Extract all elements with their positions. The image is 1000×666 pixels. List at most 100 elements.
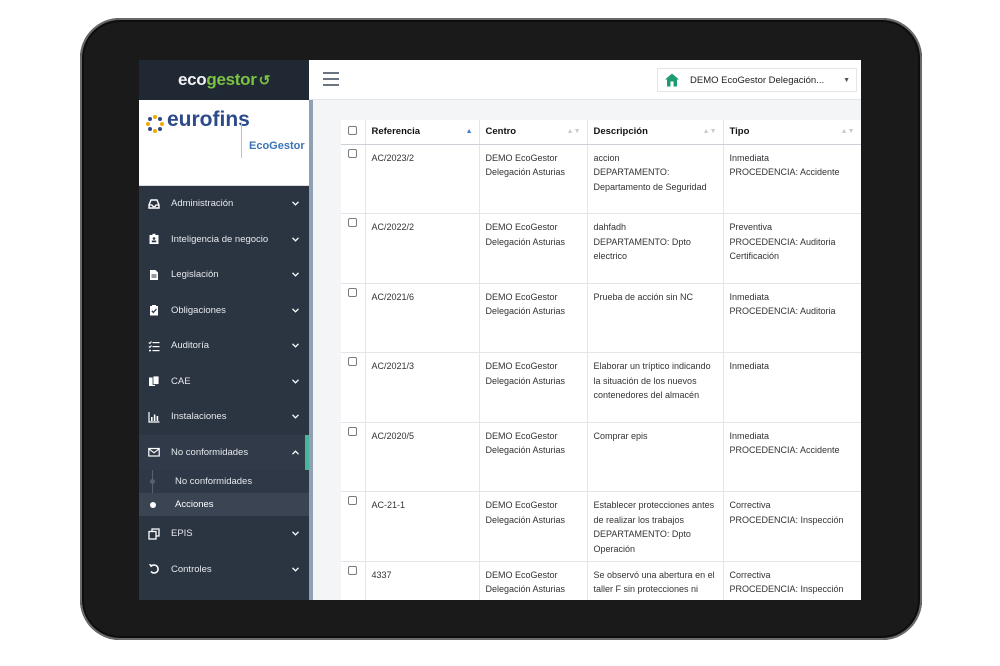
cell-centro-line: DEMO EcoGestor [485, 430, 558, 441]
cell-tipo-line: Correctiva [729, 569, 771, 580]
cell-centro: DEMO EcoGestor Delegación Asturias [479, 213, 588, 284]
table-row[interactable]: AC/2020/5 DEMO EcoGestor Delegación Asturi… [341, 422, 861, 492]
row-checkbox[interactable] [348, 565, 358, 575]
sidebar-item-cae[interactable]: CAE [139, 364, 309, 400]
app-screen: eco gestor ↺ eurofins EcoGestor Administra… [139, 60, 861, 600]
table-row[interactable]: AC/2021/3 DEMO EcoGestor Delegación Asturi… [341, 352, 861, 423]
cell-descripcion-line: taller F sin protecciones ni [593, 584, 699, 594]
chevron-up-icon [291, 448, 299, 456]
row-checkbox[interactable] [348, 357, 358, 366]
table-body: AC/2023/2 DEMO EcoGestor Delegación Asturi… [341, 144, 861, 600]
cell-referencia: AC/2023/2 [365, 144, 480, 214]
cell-centro-line: DEMO EcoGestor [485, 361, 558, 371]
sort-icon: ▲▼ [566, 128, 581, 135]
cell-descripcion: dahfadh DEPARTAMENTO: Dpto electrico [587, 213, 724, 284]
column-header-label: Centro [485, 126, 517, 138]
cell-referencia-text: AC/2023/2 [371, 152, 415, 163]
cell-tipo-line: Correctiva [729, 500, 771, 510]
sidebar-item-label: EPIS [171, 528, 193, 540]
cell-descripcion: Se observó una abertura en el taller F si… [587, 561, 724, 600]
cell-tipo: Inmediata PROCEDENCIA: Auditoria [723, 283, 861, 353]
column-header-tipo[interactable]: Tipo ▲▼ [723, 120, 861, 145]
cell-referencia-text: AC/2020/5 [371, 430, 415, 441]
sidebar-item-no-conformidades[interactable]: No conformidades [139, 434, 309, 515]
cell-centro-line: Delegación Asturias [485, 514, 566, 525]
cell-descripcion-line: Operación [593, 543, 636, 554]
row-checkbox[interactable] [348, 148, 358, 158]
column-header-referencia[interactable]: Referencia ▲ [365, 120, 480, 145]
cell-tipo: Inmediata [723, 352, 861, 423]
sidebar-item-label: Instalaciones [171, 411, 227, 423]
cell-referencia-text: AC/2022/2 [371, 222, 415, 232]
cell-referencia: 4337 [365, 561, 480, 600]
cell-centro: DEMO EcoGestor Delegación Asturias [479, 422, 588, 492]
cell-centro-line: Delegación Asturias [485, 375, 566, 386]
table-row[interactable]: AC/2022/2 DEMO EcoGestor Delegación Asturi… [341, 213, 861, 284]
bullet-icon [150, 479, 155, 484]
row-checkbox[interactable] [348, 426, 358, 436]
row-checkbox[interactable] [348, 496, 358, 505]
cell-descripcion: Elaborar un tríptico indicando la situaci… [587, 352, 724, 423]
sidebar-item-inteligencia[interactable]: Inteligencia de negocio [139, 222, 309, 258]
organization-select[interactable]: DEMO EcoGestor Delegación... ▼ [657, 68, 857, 92]
bar-chart-icon [147, 410, 161, 424]
column-header-centro[interactable]: Centro ▲▼ [479, 120, 588, 145]
sort-icon: ▲▼ [702, 128, 717, 135]
chevron-down-icon [291, 200, 299, 208]
brand-name: eurofins [167, 108, 250, 131]
cell-tipo-line: PROCEDENCIA: Auditoria [729, 236, 836, 247]
sidebar-item-administracion[interactable]: Administración [139, 186, 309, 222]
brand-box: eurofins EcoGestor [139, 100, 309, 186]
cell-descripcion: accion DEPARTAMENTO: Departamento de Segur… [587, 144, 724, 214]
cell-descripcion-line: la situación de los nuevos [593, 375, 697, 386]
chevron-down-icon [291, 565, 299, 573]
cell-tipo: Preventiva PROCEDENCIA: Auditoria Certific… [723, 213, 861, 284]
table-header-row: Referencia ▲ Centro ▲▼ Descripción ▲▼ Tipo ▲… [341, 120, 861, 145]
column-header-label: Referencia [371, 126, 421, 138]
cell-tipo-line: Inmediata [729, 291, 770, 302]
sidebar-item-label: Controles [171, 563, 212, 575]
chevron-down-icon [291, 342, 299, 350]
table-row[interactable]: 4337 DEMO EcoGestor Delegación Asturias Se … [341, 561, 861, 600]
cell-centro-line: DEMO EcoGestor [485, 500, 558, 510]
table-row[interactable]: AC/2021/6 DEMO EcoGestor Delegación Asturi… [341, 283, 861, 353]
cell-descripcion-line: DEPARTAMENTO: Dpto [593, 529, 691, 539]
sidebar-item-label: Obligaciones [171, 304, 226, 316]
sidebar-item-controles[interactable]: Controles [139, 552, 309, 588]
eurofins-dots-icon [146, 115, 164, 133]
app-logo[interactable]: eco gestor ↺ [139, 60, 309, 100]
sidebar-item-obligaciones[interactable]: Obligaciones [139, 293, 309, 329]
sidebar-item-instalaciones[interactable]: Instalaciones [139, 399, 309, 435]
row-checkbox[interactable] [348, 218, 358, 227]
sidebar-item-auditoria[interactable]: Auditoría [139, 328, 309, 364]
cell-centro-line: DEMO EcoGestor [485, 152, 558, 163]
row-select-cell [341, 491, 366, 562]
sidebar-item-label: Administración [171, 198, 234, 210]
cell-referencia: AC/2022/2 [365, 213, 480, 284]
cell-descripcion: Establecer protecciones antes de realizar… [587, 491, 724, 562]
cell-centro-line: Delegación Asturias [485, 445, 566, 455]
submenu-item-acciones[interactable]: Acciones [139, 493, 309, 516]
sidebar-item-epis[interactable]: EPIS [139, 516, 309, 552]
cell-descripcion-line: DEPARTAMENTO: Dpto [593, 236, 691, 247]
cell-tipo-line: Preventiva [729, 222, 773, 232]
table-row[interactable]: AC/2023/2 DEMO EcoGestor Delegación Asturi… [341, 144, 861, 214]
inbox-icon [147, 197, 161, 211]
cell-centro-line: Delegación Asturias [485, 236, 566, 247]
cell-descripcion-line: contenedores del almacén [593, 390, 700, 400]
column-header-label: Tipo [729, 126, 750, 138]
logo-gestor: gestor [206, 70, 257, 89]
submenu-item-no-conformidades[interactable]: No conformidades [139, 470, 309, 493]
cell-referencia: AC/2021/3 [365, 352, 480, 423]
cell-tipo-line: PROCEDENCIA: Accidente [729, 167, 840, 177]
table-row[interactable]: AC-21-1 DEMO EcoGestor Delegación Asturias… [341, 491, 861, 562]
cell-tipo-line: Inmediata [729, 430, 770, 441]
sidebar-item-legislacion[interactable]: Legislación [139, 257, 309, 293]
row-checkbox[interactable] [348, 287, 358, 297]
menu-toggle-icon[interactable] [323, 72, 339, 86]
select-all-checkbox[interactable] [348, 125, 358, 135]
column-header-descripcion[interactable]: Descripción ▲▼ [587, 120, 724, 145]
cell-descripcion-line: DEPARTAMENTO: [593, 167, 670, 177]
cell-centro-line: Delegación Asturias [485, 306, 566, 316]
chevron-down-icon [291, 306, 299, 314]
